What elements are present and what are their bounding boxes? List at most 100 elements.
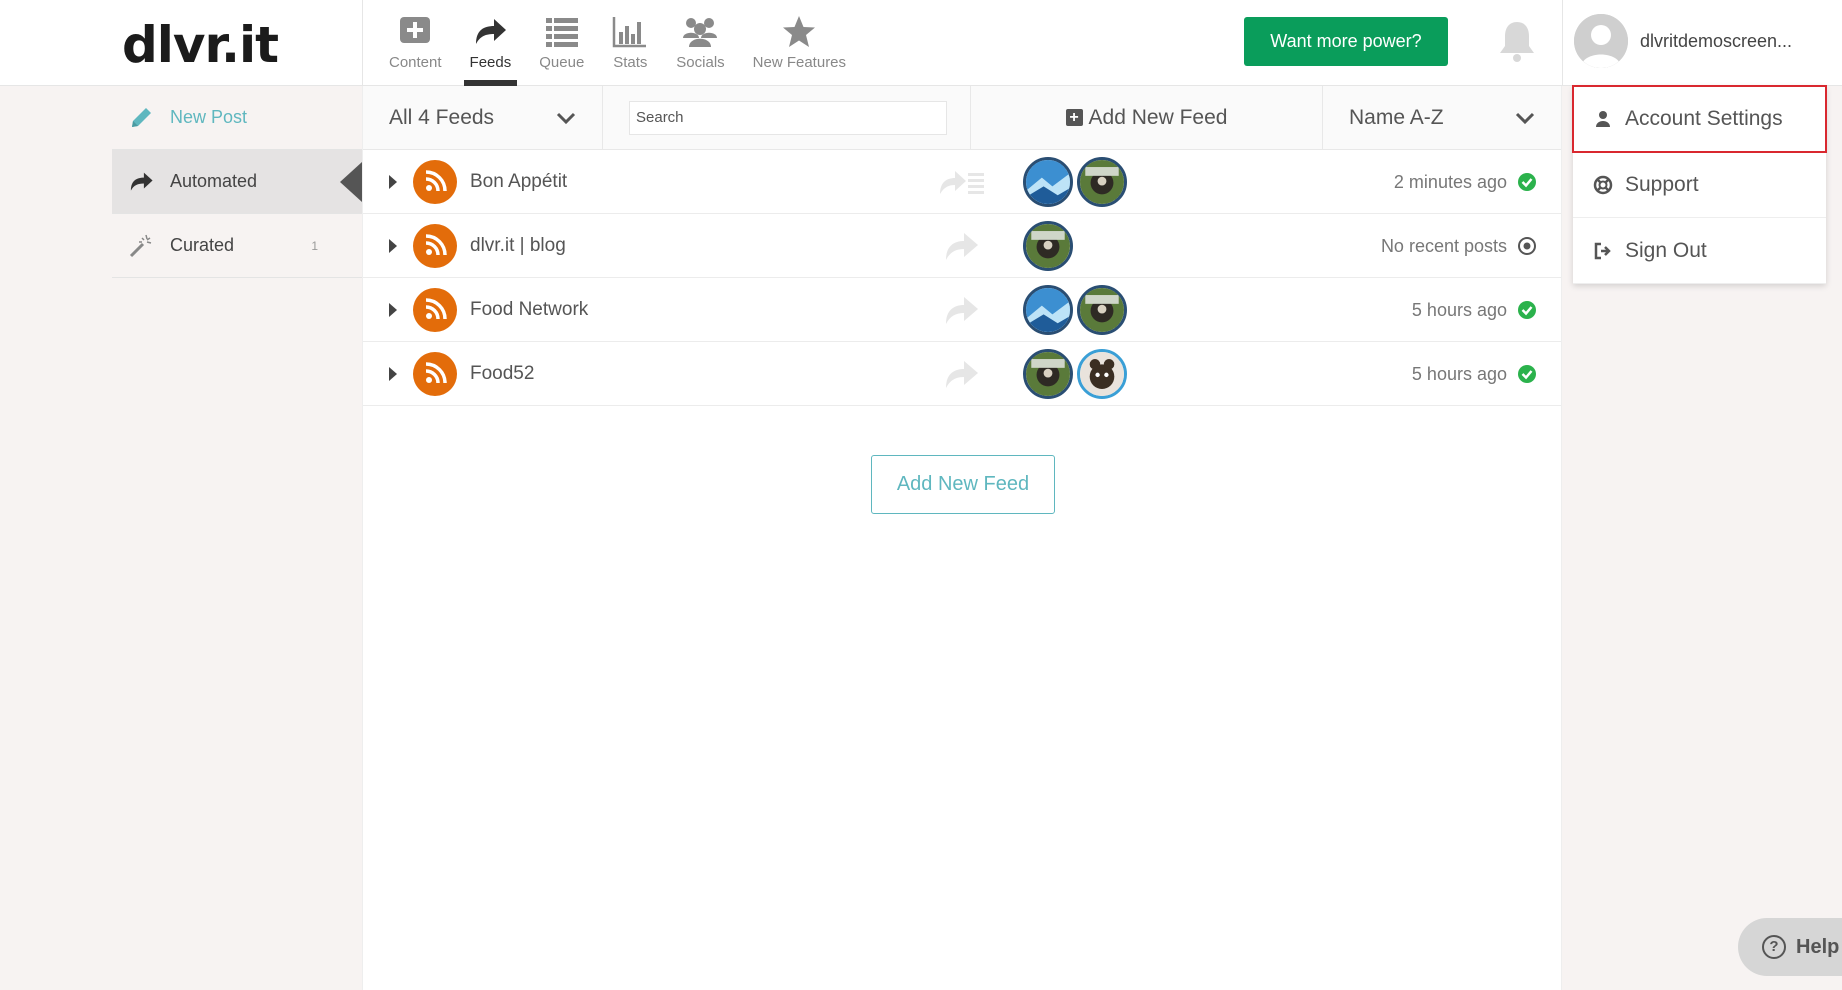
menu-item-label: Account Settings: [1625, 106, 1783, 130]
chevron-down-icon: [556, 112, 576, 124]
top-bar: dlvr.it Content Feeds Queue Stats Social…: [0, 0, 1842, 86]
sidebar-item-automated[interactable]: Automated: [112, 150, 362, 214]
nav-socials[interactable]: Socials: [662, 0, 738, 86]
feed-row[interactable]: dlvr.it | blog No recent posts: [363, 214, 1561, 278]
user-icon: [1596, 110, 1610, 127]
social-account-avatar[interactable]: [1023, 221, 1073, 271]
rss-icon: [413, 224, 457, 268]
feed-row[interactable]: Food Network 5 hours ago: [363, 278, 1561, 342]
social-account-avatar[interactable]: [1023, 285, 1073, 335]
social-account-avatar[interactable]: [1077, 157, 1127, 207]
sidebar-item-label: Curated: [170, 235, 235, 255]
help-label: Help: [1796, 935, 1840, 958]
feed-name[interactable]: dlvr.it | blog: [470, 235, 566, 257]
social-account-avatar[interactable]: [1023, 157, 1073, 207]
want-more-power-button[interactable]: Want more power?: [1244, 17, 1448, 66]
nav-queue[interactable]: Queue: [525, 0, 598, 86]
share-arrow-icon[interactable]: [938, 228, 986, 264]
feed-row[interactable]: Food52 5 hours ago: [363, 342, 1561, 406]
bar-chart-icon: [613, 17, 647, 48]
chevron-down-icon: [1515, 112, 1535, 124]
feed-row[interactable]: Bon Appétit 2 minutes ago: [363, 150, 1561, 214]
feeds-toolbar: All 4 Feeds + Add New Feed Name A-Z: [363, 86, 1561, 150]
menu-item-account-settings[interactable]: Account Settings: [1572, 85, 1827, 153]
sort-label: Name A-Z: [1349, 105, 1444, 129]
check-circle-icon: [1518, 173, 1536, 191]
menu-item-label: Sign Out: [1625, 238, 1707, 262]
rss-icon: [413, 288, 457, 332]
people-icon: [683, 18, 718, 47]
nav-stats-label: Stats: [613, 54, 648, 71]
expand-caret-icon[interactable]: [389, 239, 397, 253]
expand-caret-icon[interactable]: [389, 303, 397, 317]
list-icon: [545, 18, 578, 47]
divider: [362, 0, 363, 86]
search-container: [603, 86, 971, 149]
menu-item-sign-out[interactable]: Sign Out: [1573, 218, 1826, 284]
default-user-icon: [1574, 14, 1628, 68]
user-avatar[interactable]: [1574, 14, 1628, 68]
sidebar-item-curated[interactable]: Curated 1: [112, 214, 362, 278]
nav-socials-label: Socials: [676, 54, 725, 71]
add-new-feed-link[interactable]: + Add New Feed: [971, 86, 1323, 149]
curated-count-badge: 1: [311, 238, 318, 253]
plus-square-icon: +: [1065, 109, 1083, 126]
check-circle-icon: [1518, 301, 1536, 319]
add-new-feed-button[interactable]: Add New Feed: [871, 455, 1055, 514]
share-to-queue-icon[interactable]: [938, 164, 986, 200]
dot-circle-icon: [1518, 237, 1536, 255]
add-content-icon: [400, 17, 431, 43]
rss-icon: [413, 352, 457, 396]
share-arrow-icon[interactable]: [938, 356, 986, 392]
star-icon: [783, 16, 816, 47]
last-post-status: 2 minutes ago: [1393, 172, 1507, 192]
rss-icon: [413, 160, 457, 204]
account-dropdown-menu: Account Settings Support Sign Out: [1572, 85, 1827, 284]
share-arrow-icon: [130, 172, 153, 191]
sort-dropdown[interactable]: Name A-Z: [1323, 86, 1561, 149]
add-new-feed-label: Add New Feed: [1088, 105, 1228, 129]
nav-new-features[interactable]: New Features: [739, 0, 860, 86]
magic-wand-icon: [129, 234, 152, 257]
main-nav: Content Feeds Queue Stats Socials New Fe…: [375, 0, 860, 86]
feeds-filter-dropdown[interactable]: All 4 Feeds: [363, 86, 603, 149]
nav-stats[interactable]: Stats: [598, 0, 662, 86]
last-post-status: No recent posts: [1380, 236, 1507, 256]
divider: [1562, 0, 1563, 86]
expand-caret-icon[interactable]: [389, 367, 397, 381]
lifebuoy-icon: [1593, 175, 1613, 194]
dlvrit-logo[interactable]: dlvr.it: [122, 16, 279, 74]
sign-out-icon: [1594, 242, 1611, 259]
pencil-icon: [132, 107, 151, 127]
last-post-status: 5 hours ago: [1411, 300, 1507, 320]
nav-content[interactable]: Content: [375, 0, 456, 86]
help-button[interactable]: ? Help: [1738, 918, 1842, 976]
sidebar-item-label: Automated: [170, 171, 258, 191]
bell-icon[interactable]: [1494, 18, 1540, 64]
check-circle-icon: [1518, 365, 1536, 383]
feed-name[interactable]: Bon Appétit: [470, 171, 567, 193]
feeds-filter-label: All 4 Feeds: [389, 105, 495, 129]
share-arrow-icon: [476, 19, 507, 44]
nav-content-label: Content: [389, 54, 442, 71]
nav-new-features-label: New Features: [752, 54, 847, 71]
sidebar-item-new-post[interactable]: New Post: [112, 86, 362, 150]
social-account-avatar[interactable]: [1077, 285, 1127, 335]
username[interactable]: dlvritdemoscreen...: [1640, 31, 1840, 52]
last-post-status: 5 hours ago: [1411, 364, 1507, 384]
nav-feeds[interactable]: Feeds: [456, 0, 526, 86]
share-arrow-icon[interactable]: [938, 292, 986, 328]
menu-item-label: Support: [1625, 172, 1699, 196]
feed-name[interactable]: Food52: [470, 363, 534, 385]
social-account-avatar[interactable]: [1023, 349, 1073, 399]
search-input[interactable]: [629, 100, 947, 135]
feed-name[interactable]: Food Network: [470, 299, 588, 321]
nav-feeds-label: Feeds: [469, 54, 512, 71]
sidebar-item-label: New Post: [170, 107, 248, 127]
feeds-panel: All 4 Feeds + Add New Feed Name A-Z Bon …: [362, 86, 1562, 990]
left-sidebar: New Post Automated Curated 1: [112, 86, 362, 990]
question-circle-icon: ?: [1762, 935, 1786, 959]
menu-item-support[interactable]: Support: [1573, 152, 1826, 218]
expand-caret-icon[interactable]: [389, 175, 397, 189]
social-account-avatar[interactable]: [1077, 349, 1127, 399]
